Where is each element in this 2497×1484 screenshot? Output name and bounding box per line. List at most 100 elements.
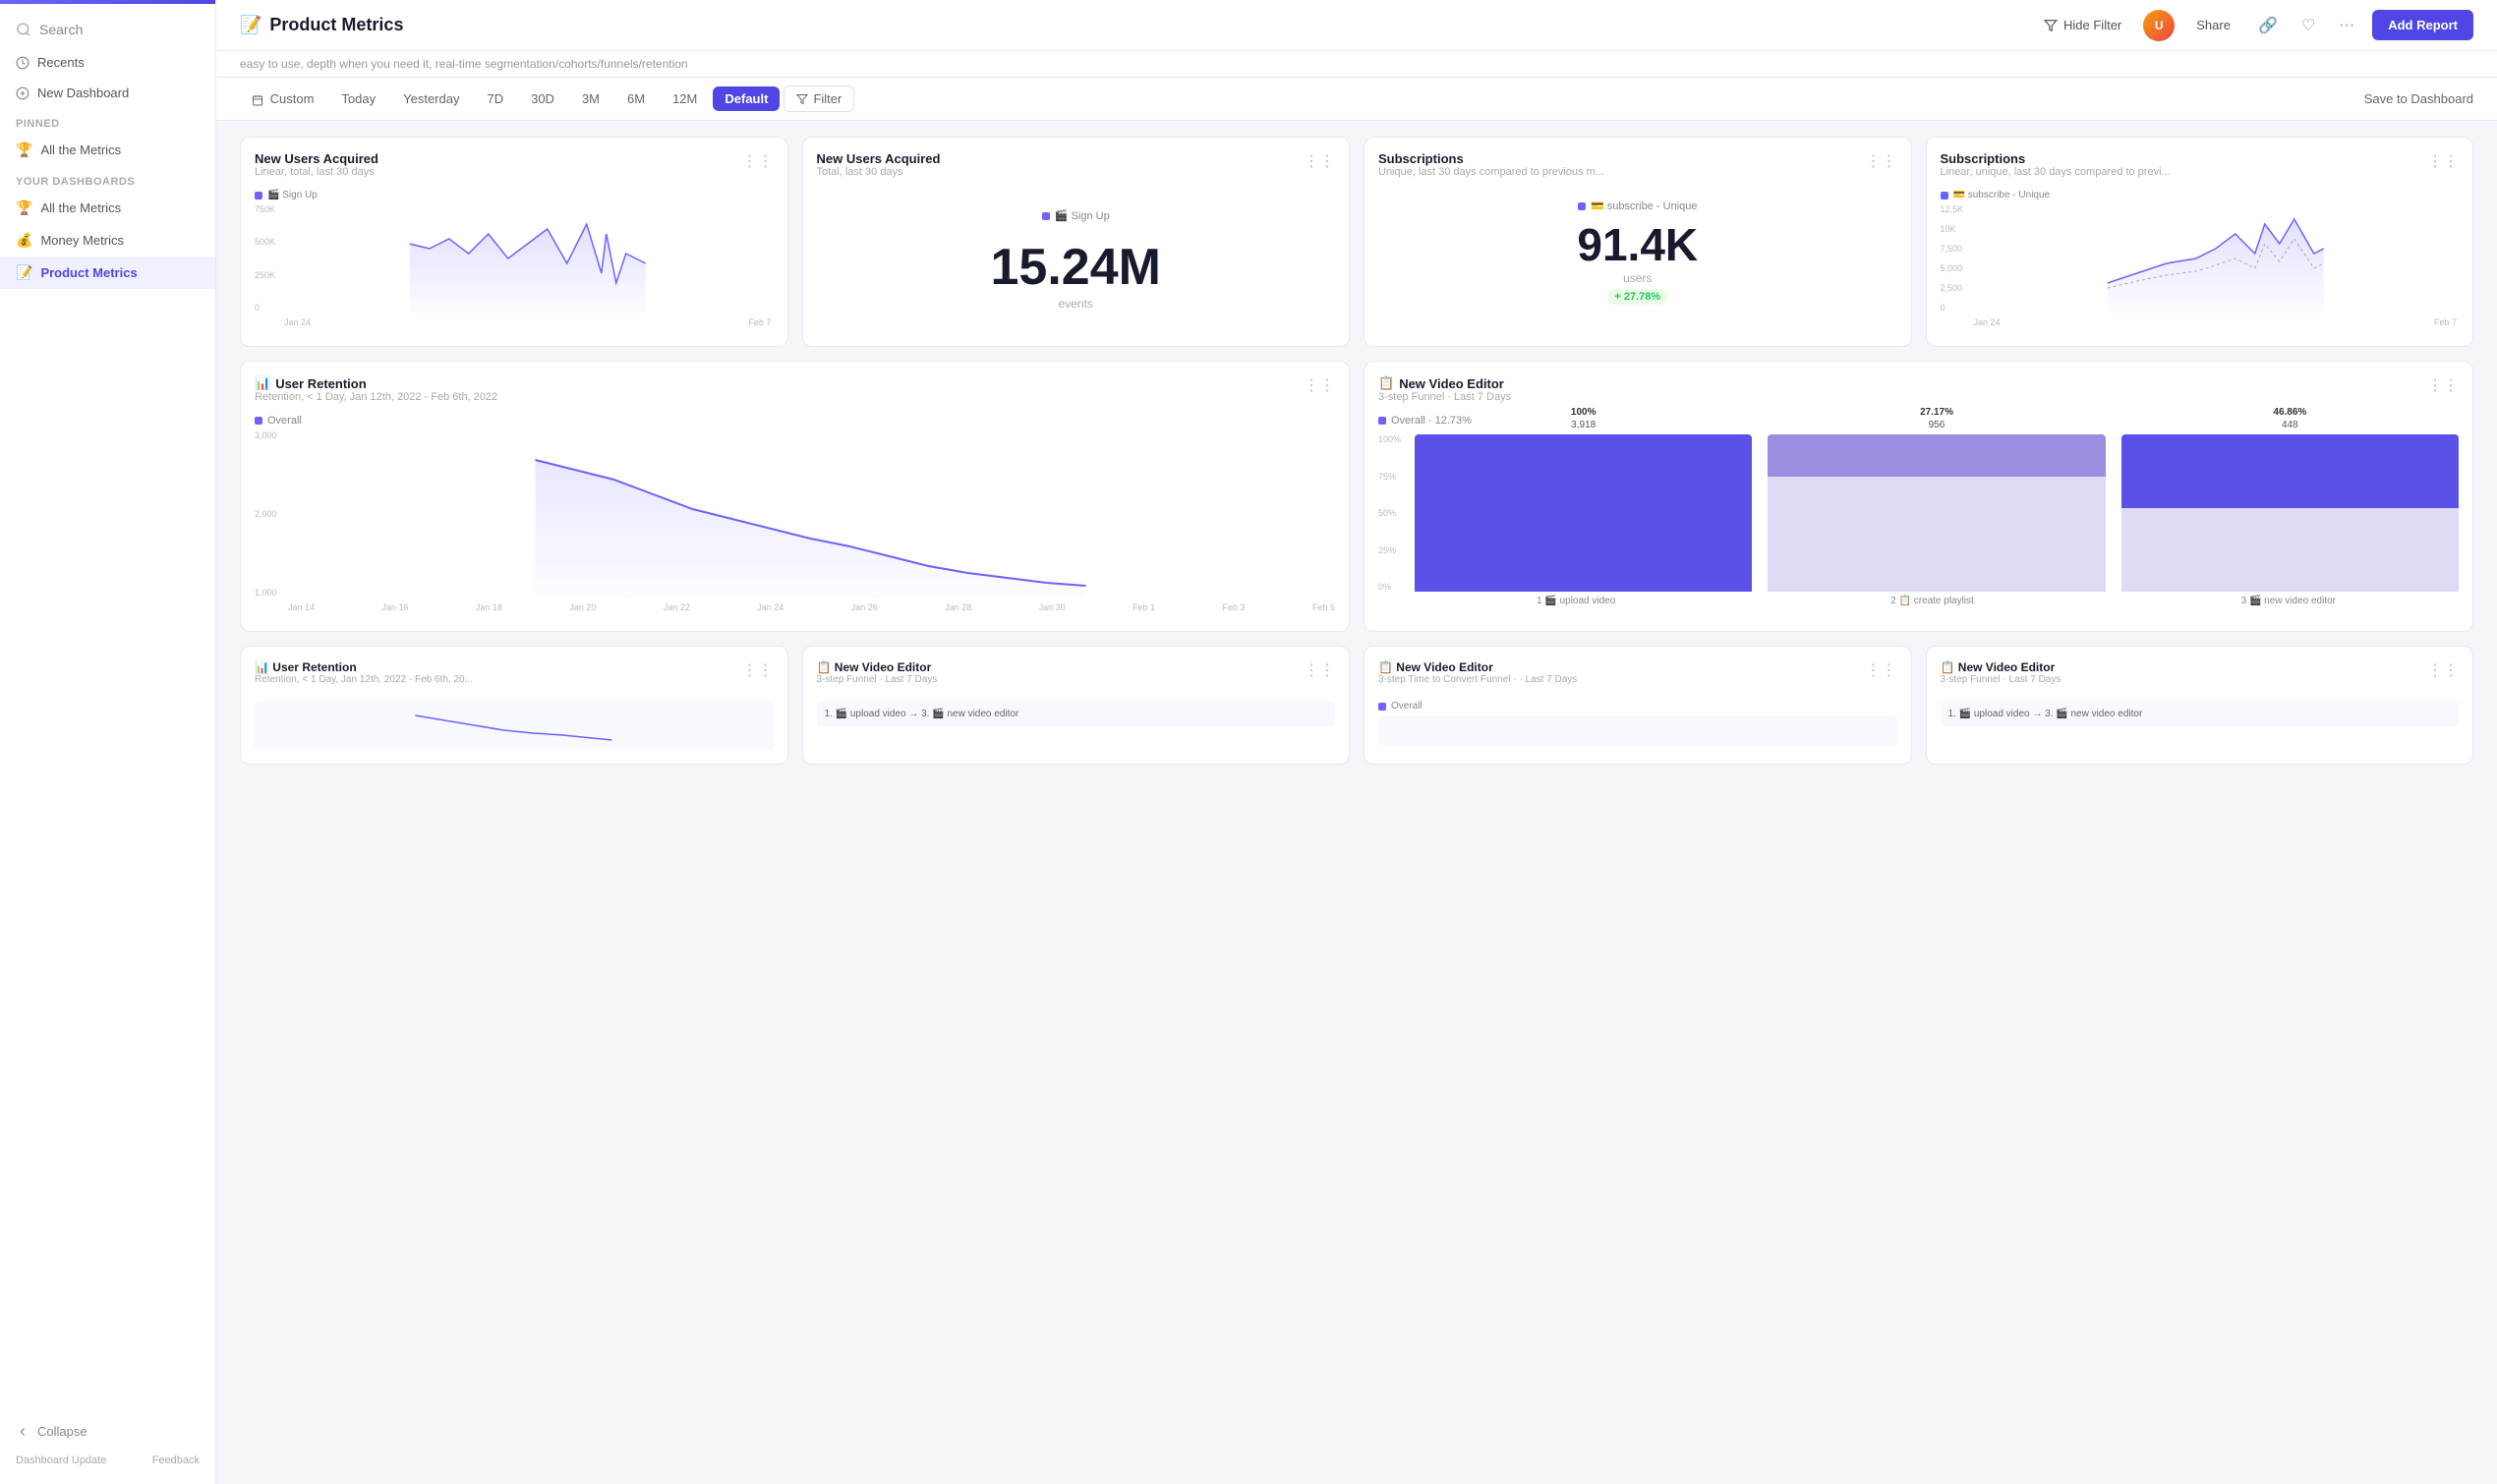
your-dashboards-label: Your Dashboards xyxy=(0,166,215,192)
card-menu-sub-1[interactable]: ⋮⋮ xyxy=(1866,151,1897,171)
tab-3m[interactable]: 3M xyxy=(570,86,611,111)
sidebar-item-pinned-all-metrics[interactable]: 🏆 All the Metrics xyxy=(0,134,215,166)
card-menu-video-mini-3[interactable]: ⋮⋮ xyxy=(2427,660,2459,680)
money-icon: 💰 xyxy=(16,232,32,249)
link-button[interactable]: 🔗 xyxy=(2252,12,2284,39)
card-menu-video-mini-2[interactable]: ⋮⋮ xyxy=(1866,660,1897,680)
tab-custom[interactable]: Custom xyxy=(240,86,325,111)
card-subtitle-new-users-1: Linear, total, last 30 days xyxy=(255,166,378,178)
card-title-retention: 📊 User Retention xyxy=(255,375,497,391)
more-button[interactable]: ··· xyxy=(2333,13,2360,38)
card-title-video-mini-1: 📋 New Video Editor xyxy=(817,660,938,674)
card-menu-new-users-2[interactable]: ⋮⋮ xyxy=(1304,151,1335,171)
tab-12m-label: 12M xyxy=(672,91,697,106)
tab-12m[interactable]: 12M xyxy=(661,86,709,111)
card-title-sub-2: Subscriptions xyxy=(1941,151,2171,166)
legend-new-users-2: 🎬 Sign Up xyxy=(817,209,1336,222)
collapse-button[interactable]: Collapse xyxy=(0,1414,215,1449)
card-title-retention-mini: 📊 User Retention xyxy=(255,660,473,674)
add-report-button[interactable]: Add Report xyxy=(2372,10,2473,40)
card-title-new-users-1: New Users Acquired xyxy=(255,151,378,166)
sidebar-item-all-metrics[interactable]: 🏆 All the Metrics xyxy=(0,192,215,224)
header-actions: Hide Filter U Share 🔗 ♡ ··· Add Report xyxy=(2034,10,2473,41)
hide-filter-button[interactable]: Hide Filter xyxy=(2034,12,2131,38)
mini-legend-label-2: Overall xyxy=(1391,701,1423,712)
mini-text-1: 1. 🎬 upload video → 3. 🎬 new video edito… xyxy=(817,701,1336,727)
card-video-editor-funnel: 📋 New Video Editor 3-step Funnel · Last … xyxy=(1364,361,2473,632)
card-menu-retention-mini[interactable]: ⋮⋮ xyxy=(742,660,774,680)
tab-yesterday[interactable]: Yesterday xyxy=(391,86,471,111)
legend-dot-sub2 xyxy=(1941,192,1948,200)
filter-button[interactable]: Filter xyxy=(784,86,854,112)
save-to-dashboard-button[interactable]: Save to Dashboard xyxy=(2364,91,2473,106)
legend-mini-2: Overall xyxy=(1378,701,1897,712)
x-axis-retention: Jan 14Jan 16Jan 18Jan 20Jan 22Jan 24Jan … xyxy=(255,602,1335,612)
tab-7d[interactable]: 7D xyxy=(475,86,515,111)
calendar-icon xyxy=(252,94,263,106)
card-menu-sub-2[interactable]: ⋮⋮ xyxy=(2427,151,2459,171)
share-button[interactable]: Share xyxy=(2186,12,2240,38)
chart-new-users-1: 750K500K250K0 Jan 24Feb 7 xyxy=(255,204,774,332)
sidebar-item-product-metrics[interactable]: 📝 Product Metrics xyxy=(0,257,215,289)
page-title: Product Metrics xyxy=(269,15,403,35)
card-header-new-users-1: New Users Acquired Linear, total, last 3… xyxy=(255,151,774,186)
funnel-bar-1: 100% 3,918 xyxy=(1415,407,1752,592)
sidebar-footer: Dashboard Update Feedback xyxy=(0,1449,215,1472)
tab-7d-label: 7D xyxy=(487,91,503,106)
tab-6m-label: 6M xyxy=(627,91,645,106)
tab-today[interactable]: Today xyxy=(329,86,387,111)
card-menu-retention[interactable]: ⋮⋮ xyxy=(1304,375,1335,395)
funnel-icon: 📋 xyxy=(1378,375,1394,391)
tab-3m-label: 3M xyxy=(582,91,600,106)
card-menu-video-mini-1[interactable]: ⋮⋮ xyxy=(1304,660,1335,680)
card-title-area-retention-mini: 📊 User Retention Retention, < 1 Day, Jan… xyxy=(255,660,473,693)
big-number-2: 15.24M xyxy=(817,242,1336,293)
last-row-grid: 📊 User Retention Retention, < 1 Day, Jan… xyxy=(240,646,2473,765)
avatar: U xyxy=(2143,10,2175,41)
subtitle-bar: easy to use, depth when you need it, rea… xyxy=(216,51,2497,78)
tab-default[interactable]: Default xyxy=(713,86,780,111)
product-metrics-label: Product Metrics xyxy=(40,265,137,280)
card-header-funnel: 📋 New Video Editor 3-step Funnel · Last … xyxy=(1378,375,2459,411)
search-button[interactable]: Search xyxy=(0,12,215,47)
tab-30d[interactable]: 30D xyxy=(519,86,566,111)
card-video-mini-1: 📋 New Video Editor 3-step Funnel · Last … xyxy=(802,646,1351,765)
clock-icon xyxy=(16,56,29,70)
card-menu-new-users-1[interactable]: ⋮⋮ xyxy=(742,151,774,171)
tab-6m[interactable]: 6M xyxy=(615,86,657,111)
card-subtitle-retention: Retention, < 1 Day, Jan 12th, 2022 - Feb… xyxy=(255,391,497,403)
legend-label-retention: Overall xyxy=(267,415,302,427)
footer-feedback[interactable]: Feedback xyxy=(152,1455,200,1466)
legend-label-1: 🎬 Sign Up xyxy=(267,190,318,200)
bar-val-3: 448 xyxy=(2282,420,2298,430)
bar-val-2: 956 xyxy=(1929,420,1945,430)
card-title-area-video-mini-1: 📋 New Video Editor 3-step Funnel · Last … xyxy=(817,660,938,693)
funnel-x-2: 2 📋 create playlist xyxy=(1762,596,2102,606)
card-video-mini-3: 📋 New Video Editor 3-step Funnel · Last … xyxy=(1926,646,2474,765)
sidebar-item-money-metrics[interactable]: 💰 Money Metrics xyxy=(0,224,215,257)
sidebar-item-new-dashboard[interactable]: New Dashboard xyxy=(0,78,215,108)
card-menu-funnel[interactable]: ⋮⋮ xyxy=(2427,375,2459,395)
legend-dot-1 xyxy=(255,192,262,200)
tab-default-label: Default xyxy=(725,91,768,106)
favorite-button[interactable]: ♡ xyxy=(2295,12,2321,39)
bar-pct-3: 46.86% xyxy=(2273,407,2306,418)
mini-text-3: 1. 🎬 upload video → 3. 🎬 new video edito… xyxy=(1941,701,2460,727)
sidebar-item-recents[interactable]: Recents xyxy=(0,47,215,78)
card-header-video-mini-3: 📋 New Video Editor 3-step Funnel · Last … xyxy=(1941,660,2460,693)
card-user-retention: 📊 User Retention Retention, < 1 Day, Jan… xyxy=(240,361,1350,632)
top-row-grid: New Users Acquired Linear, total, last 3… xyxy=(240,137,2473,347)
card-header-new-users-2: New Users Acquired Total, last 30 days ⋮… xyxy=(817,151,1336,186)
video-mini-icon-1: 📋 xyxy=(817,660,832,674)
bar-rect-1 xyxy=(1415,434,1752,592)
card-subtitle-retention-mini: Retention, < 1 Day, Jan 12th, 2022 - Feb… xyxy=(255,674,473,685)
card-header-sub-1: Subscriptions Unique, last 30 days compa… xyxy=(1378,151,1897,186)
trophy-icon: 🏆 xyxy=(16,142,32,158)
card-subtitle-new-users-2: Total, last 30 days xyxy=(817,166,941,178)
middle-row-grid: 📊 User Retention Retention, < 1 Day, Jan… xyxy=(240,361,2473,632)
legend-retention: Overall xyxy=(255,415,1335,427)
search-label: Search xyxy=(39,22,83,37)
legend-sub-1: 💳 subscribe - Unique xyxy=(1378,200,1897,212)
y-axis-retention: 3,0002,0001,000 xyxy=(255,430,277,598)
new-dashboard-label: New Dashboard xyxy=(37,86,129,100)
